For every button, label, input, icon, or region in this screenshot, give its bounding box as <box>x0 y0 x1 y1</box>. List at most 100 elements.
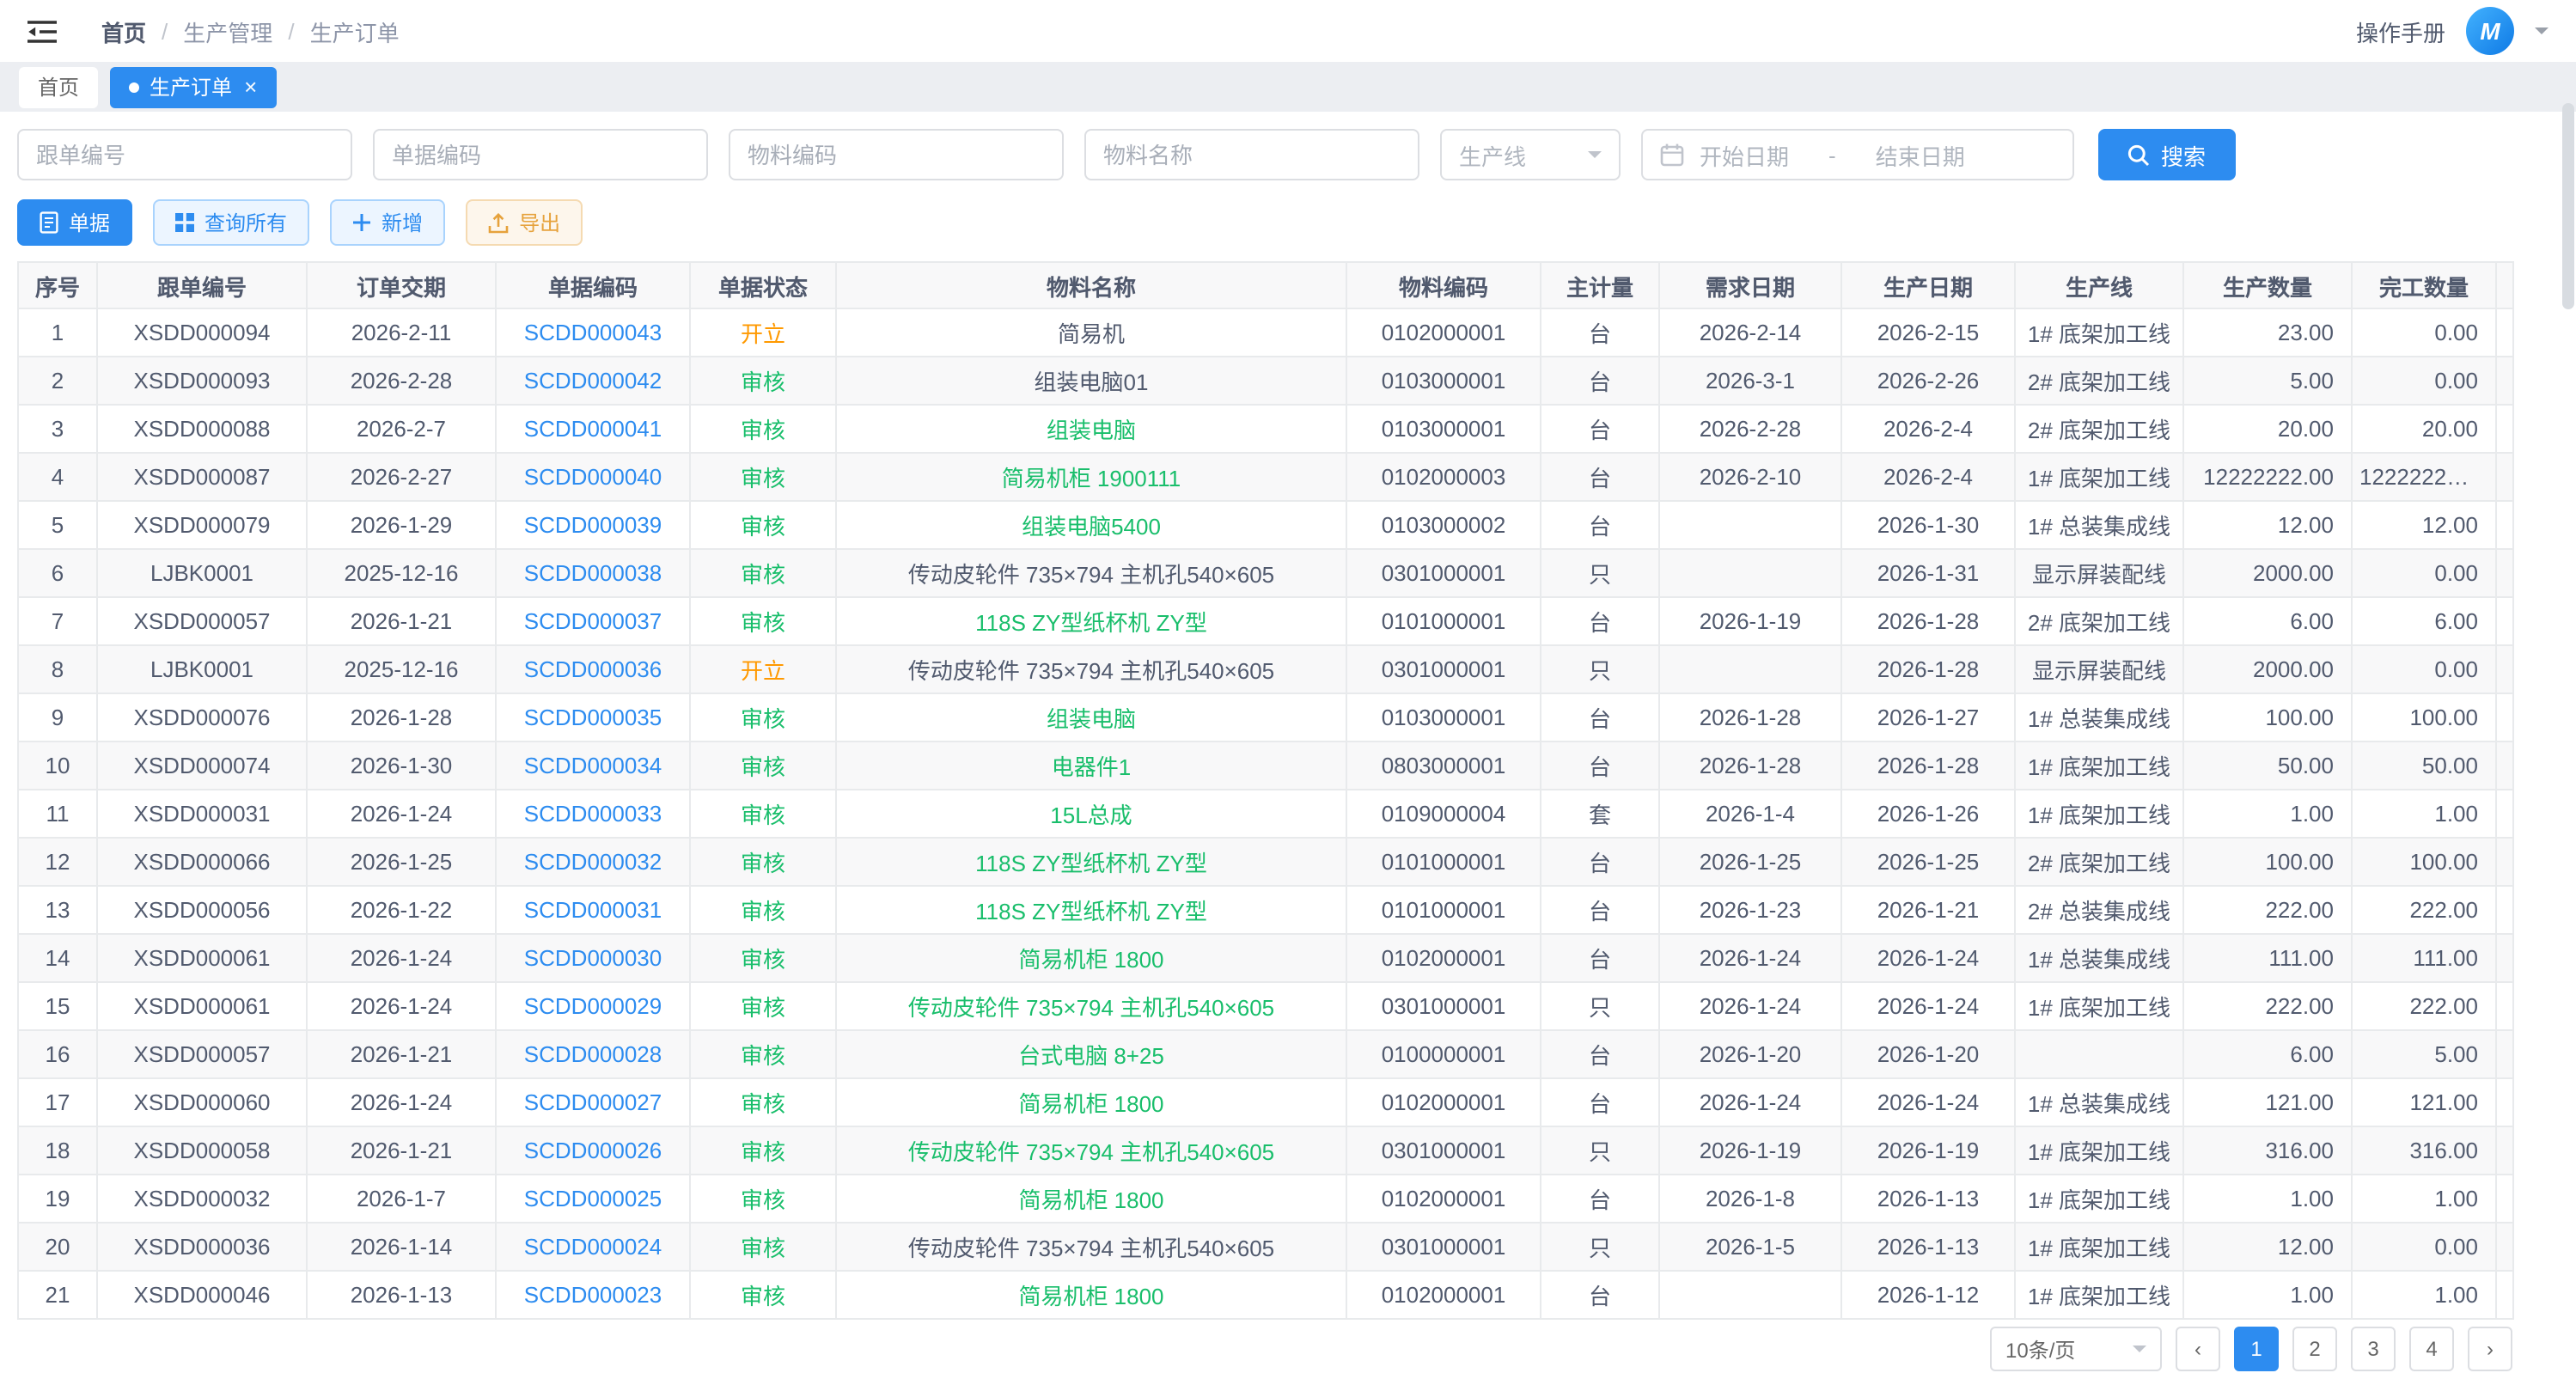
cell-unit: 台 <box>1541 1175 1659 1223</box>
cell-doc-code-link[interactable]: SCDD000028 <box>496 1030 690 1078</box>
material-code-input[interactable] <box>729 129 1064 180</box>
cell-doc-code-link[interactable]: SCDD000030 <box>496 934 690 982</box>
table-row[interactable]: 7XSDD0000572026-1-21SCDD000037审核118S ZY型… <box>18 597 2513 645</box>
cell-doc-code-link[interactable]: SCDD000041 <box>496 405 690 453</box>
table-row[interactable]: 8LJBK00012025-12-16SCDD000036开立传动皮轮件 735… <box>18 645 2513 693</box>
cell-demand-date: 2026-1-24 <box>1659 1078 1841 1126</box>
chevron-down-icon[interactable] <box>2535 27 2549 41</box>
table-row[interactable]: 17XSDD0000602026-1-24SCDD000027审核简易机柜 18… <box>18 1078 2513 1126</box>
doc-code-input[interactable] <box>373 129 708 180</box>
table-row[interactable]: 19XSDD0000322026-1-7SCDD000025审核简易机柜 180… <box>18 1175 2513 1223</box>
cell-unit: 台 <box>1541 308 1659 357</box>
page-button-3[interactable]: 3 <box>2351 1327 2396 1371</box>
table-row[interactable]: 15XSDD0000612026-1-24SCDD000029审核传动皮轮件 7… <box>18 982 2513 1030</box>
pagination: 10条/页 ‹ 1234 › <box>1990 1327 2512 1371</box>
scrollbar-track[interactable] <box>2562 69 2574 1340</box>
cell-doc-code-link[interactable]: SCDD000024 <box>496 1223 690 1271</box>
table-row[interactable]: 2XSDD0000932026-2-28SCDD000042审核组装电脑0101… <box>18 357 2513 405</box>
cell-production-qty: 222.00 <box>2183 886 2352 934</box>
table-row[interactable]: 14XSDD0000612026-1-24SCDD000030审核简易机柜 18… <box>18 934 2513 982</box>
document-icon <box>40 211 58 234</box>
table-row[interactable]: 4XSDD0000872026-2-27SCDD000040审核简易机柜 190… <box>18 453 2513 501</box>
cell-material-code: 0102000001 <box>1346 308 1541 357</box>
column-header: 单据编码 <box>496 262 690 308</box>
cell-production-line: 1# 底架加工线 <box>2015 741 2183 790</box>
avatar[interactable]: M <box>2466 7 2514 55</box>
table-row[interactable]: 10XSDD0000742026-1-30SCDD000034审核电器件1080… <box>18 741 2513 790</box>
page-button-4[interactable]: 4 <box>2409 1327 2454 1371</box>
cell-material-name: 简易机柜 1900111 <box>836 453 1346 501</box>
cell-doc-code-link[interactable]: SCDD000026 <box>496 1126 690 1175</box>
production-line-select[interactable]: 生产线 <box>1440 129 1621 180</box>
cell-doc-code-link[interactable]: SCDD000036 <box>496 645 690 693</box>
scrollbar-thumb[interactable] <box>2562 103 2574 309</box>
cell-unit: 台 <box>1541 838 1659 886</box>
next-page-button[interactable]: › <box>2468 1327 2512 1371</box>
page-button-1[interactable]: 1 <box>2234 1327 2279 1371</box>
cell-doc-code-link[interactable]: SCDD000040 <box>496 453 690 501</box>
cell-production-qty: 5.00 <box>2183 357 2352 405</box>
cell-material-name: 简易机柜 1800 <box>836 1271 1346 1319</box>
material-name-input[interactable] <box>1084 129 1419 180</box>
export-button[interactable]: 导出 <box>466 199 583 246</box>
table-row[interactable]: 3XSDD0000882026-2-7SCDD000041审核组装电脑01030… <box>18 405 2513 453</box>
document-button[interactable]: 单据 <box>17 199 132 246</box>
date-range-picker[interactable]: 开始日期 - 结束日期 <box>1641 129 2074 180</box>
table-row[interactable]: 9XSDD0000762026-1-28SCDD000035审核组装电脑0103… <box>18 693 2513 741</box>
cell-doc-code-link[interactable]: SCDD000032 <box>496 838 690 886</box>
table-row[interactable]: 12XSDD0000662026-1-25SCDD000032审核118S ZY… <box>18 838 2513 886</box>
manual-link[interactable]: 操作手册 <box>2356 15 2445 47</box>
cell-doc-code-link[interactable]: SCDD000038 <box>496 549 690 597</box>
column-header: 物料编码 <box>1346 262 1541 308</box>
tab-home[interactable]: 首页 <box>19 66 98 107</box>
table-row[interactable]: 5XSDD0000792026-1-29SCDD000039审核组装电脑5400… <box>18 501 2513 549</box>
cell-doc-code-link[interactable]: SCDD000043 <box>496 308 690 357</box>
table-header-row: 序号跟单编号订单交期单据编码单据状态物料名称物料编码主计量需求日期生产日期生产线… <box>18 262 2513 308</box>
cell-production-line: 1# 底架加工线 <box>2015 308 2183 357</box>
table-row[interactable]: 16XSDD0000572026-1-21SCDD000028审核台式电脑 8+… <box>18 1030 2513 1078</box>
cell-doc-code-link[interactable]: SCDD000023 <box>496 1271 690 1319</box>
cell-doc-code-link[interactable]: SCDD000029 <box>496 982 690 1030</box>
row-scrollbar-gutter <box>2496 308 2513 357</box>
cell-unit: 只 <box>1541 1126 1659 1175</box>
breadcrumb-production-mgmt[interactable]: 生产管理 <box>183 15 272 47</box>
row-scrollbar-gutter <box>2496 1223 2513 1271</box>
table-row[interactable]: 13XSDD0000562026-1-22SCDD000031审核118S ZY… <box>18 886 2513 934</box>
tab-production-order[interactable]: 生产订单 × <box>110 66 276 107</box>
cell-status-badge: 审核 <box>690 1030 836 1078</box>
table-row[interactable]: 11XSDD0000312026-1-24SCDD000033审核15L总成01… <box>18 790 2513 838</box>
table-row[interactable]: 18XSDD0000582026-1-21SCDD000026审核传动皮轮件 7… <box>18 1126 2513 1175</box>
cell-doc-code-link[interactable]: SCDD000039 <box>496 501 690 549</box>
cell-material-code: 0301000001 <box>1346 982 1541 1030</box>
cell-doc-code-link[interactable]: SCDD000025 <box>496 1175 690 1223</box>
add-button[interactable]: 新增 <box>330 199 445 246</box>
table-row[interactable]: 6LJBK00012025-12-16SCDD000038审核传动皮轮件 735… <box>18 549 2513 597</box>
menu-fold-icon[interactable] <box>27 18 57 44</box>
row-scrollbar-gutter <box>2496 1030 2513 1078</box>
cell-doc-code-link[interactable]: SCDD000037 <box>496 597 690 645</box>
prev-page-button[interactable]: ‹ <box>2176 1327 2220 1371</box>
tab-bar: 首页 生产订单 × <box>0 62 2576 112</box>
search-button[interactable]: 搜索 <box>2098 129 2236 180</box>
breadcrumb-production-order[interactable]: 生产订单 <box>310 15 400 47</box>
cell-doc-code-link[interactable]: SCDD000033 <box>496 790 690 838</box>
production-line-select-placeholder: 生产线 <box>1459 138 1526 171</box>
cell-doc-code-link[interactable]: SCDD000031 <box>496 886 690 934</box>
cell-unit: 台 <box>1541 1271 1659 1319</box>
cell-doc-code-link[interactable]: SCDD000034 <box>496 741 690 790</box>
breadcrumb-home[interactable]: 首页 <box>101 15 146 47</box>
query-all-button[interactable]: 查询所有 <box>153 199 309 246</box>
cell-finished-qty: 100.00 <box>2352 838 2496 886</box>
page-size-select[interactable]: 10条/页 <box>1990 1327 2162 1371</box>
table-row[interactable]: 21XSDD0000462026-1-13SCDD000023审核简易机柜 18… <box>18 1271 2513 1319</box>
track-no-input[interactable] <box>17 129 352 180</box>
page-button-2[interactable]: 2 <box>2292 1327 2337 1371</box>
cell-demand-date: 2026-1-24 <box>1659 934 1841 982</box>
cell-doc-code-link[interactable]: SCDD000042 <box>496 357 690 405</box>
close-icon[interactable]: × <box>244 76 257 98</box>
table-row[interactable]: 20XSDD0000362026-1-14SCDD000024审核传动皮轮件 7… <box>18 1223 2513 1271</box>
cell-doc-code-link[interactable]: SCDD000035 <box>496 693 690 741</box>
cell-status-badge: 审核 <box>690 1078 836 1126</box>
table-row[interactable]: 1XSDD0000942026-2-11SCDD000043开立简易机01020… <box>18 308 2513 357</box>
cell-doc-code-link[interactable]: SCDD000027 <box>496 1078 690 1126</box>
